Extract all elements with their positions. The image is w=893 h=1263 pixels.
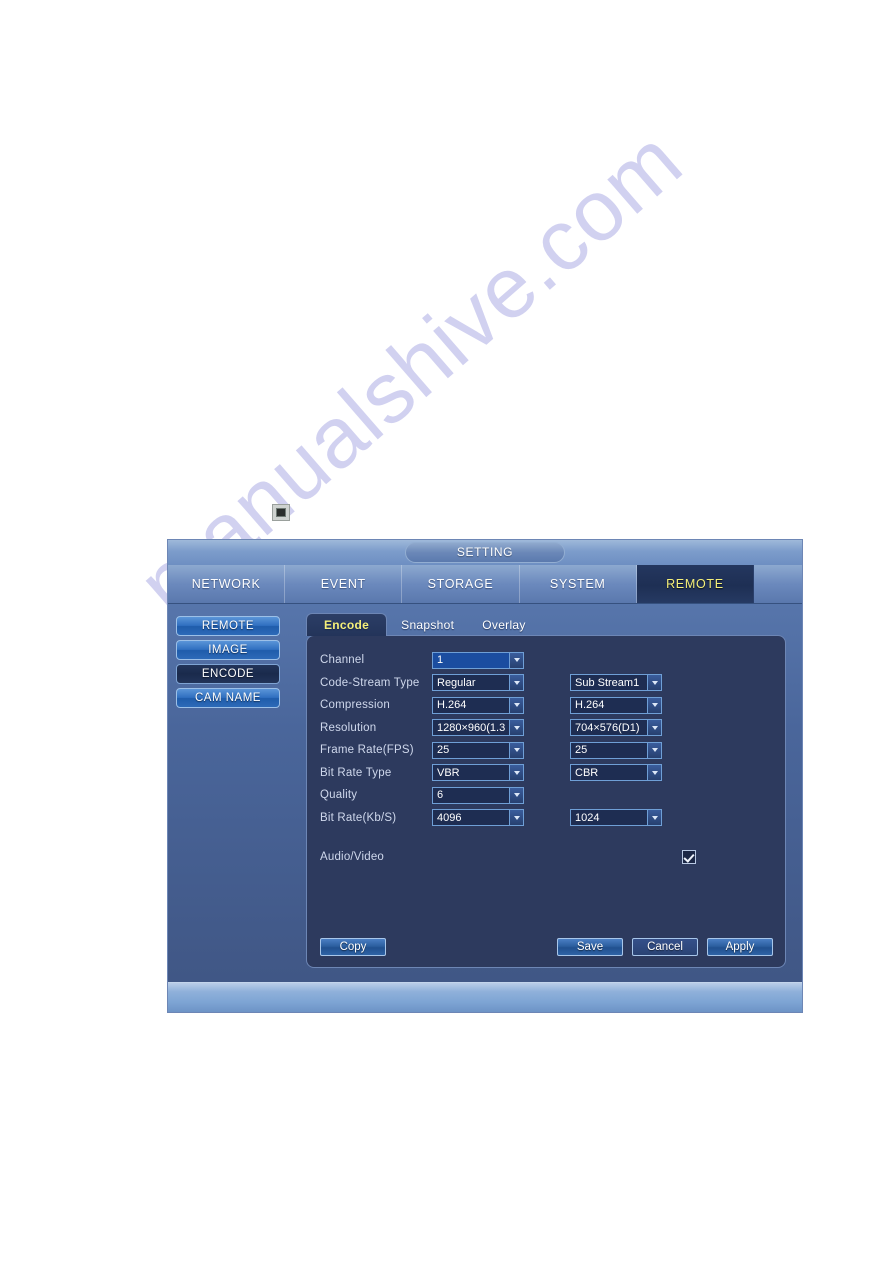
- chevron-down-icon[interactable]: [509, 787, 523, 803]
- chevron-down-icon[interactable]: [509, 810, 523, 826]
- label-frame-rate: Frame Rate(FPS): [320, 744, 414, 757]
- dropdown-compression-sub[interactable]: H.264: [570, 696, 662, 714]
- setting-window: SETTING NETWORK EVENT STORAGE SYSTEM REM…: [168, 540, 802, 1012]
- chevron-down-icon[interactable]: [509, 675, 523, 691]
- form-row-code-stream-type: Code-Stream Type Regular Sub Stream1: [320, 672, 775, 695]
- dropdown-code-stream-type-main[interactable]: Regular: [432, 674, 524, 692]
- dropdown-bit-rate-sub-value: 1024: [575, 811, 600, 824]
- window-titlebar: SETTING: [168, 540, 802, 565]
- encode-form: Channel 1 Code-Stream Type Regular Sub S…: [320, 649, 775, 867]
- form-row-quality: Quality 6: [320, 784, 775, 807]
- chevron-down-icon[interactable]: [647, 742, 661, 758]
- dropdown-bit-rate-type-sub-value: CBR: [575, 766, 599, 779]
- window-body: REMOTE IMAGE ENCODE CAM NAME Encode Snap…: [168, 604, 802, 994]
- save-button[interactable]: Save: [557, 938, 623, 956]
- label-audio-video: Audio/Video: [320, 851, 385, 863]
- dropdown-bit-rate-main[interactable]: 4096: [432, 809, 524, 827]
- dropdown-resolution-main[interactable]: 1280×960(1.3: [432, 719, 524, 737]
- dropdown-code-stream-type-sub[interactable]: Sub Stream1: [570, 674, 662, 692]
- dropdown-channel[interactable]: 1: [432, 651, 524, 669]
- form-row-compression: Compression H.264 H.264: [320, 694, 775, 717]
- subtab-snapshot[interactable]: Snapshot: [387, 613, 468, 636]
- window-title: SETTING: [405, 542, 565, 563]
- form-row-audio-video: Audio/Video: [320, 847, 775, 867]
- chevron-down-icon[interactable]: [509, 742, 523, 758]
- dropdown-code-stream-type-sub-value: Sub Stream1: [575, 676, 640, 689]
- label-quality: Quality: [320, 789, 358, 802]
- sidebar-item-remote[interactable]: REMOTE: [176, 616, 280, 636]
- dropdown-channel-value: 1: [437, 654, 444, 667]
- form-row-channel: Channel 1: [320, 649, 775, 672]
- dropdown-frame-rate-sub[interactable]: 25: [570, 741, 662, 759]
- form-row-resolution: Resolution 1280×960(1.3 704×576(D1): [320, 717, 775, 740]
- panel-button-row: Copy Save Cancel Apply: [320, 938, 773, 956]
- dropdown-bit-rate-type-main-value: VBR: [437, 766, 460, 779]
- dropdown-code-stream-type-main-value: Regular: [437, 676, 476, 689]
- copy-button[interactable]: Copy: [320, 938, 386, 956]
- tab-storage[interactable]: STORAGE: [402, 565, 520, 603]
- tab-event[interactable]: EVENT: [285, 565, 403, 603]
- dropdown-resolution-sub-value: 704×576(D1): [575, 721, 640, 734]
- audio-video-checkbox[interactable]: [682, 850, 696, 864]
- chevron-down-icon[interactable]: [647, 697, 661, 713]
- label-channel: Channel: [320, 654, 365, 667]
- label-bit-rate-type: Bit Rate Type: [320, 766, 392, 779]
- dropdown-resolution-main-value: 1280×960(1.3: [437, 721, 506, 734]
- dropdown-frame-rate-main-value: 25: [437, 744, 450, 757]
- sidebar-item-cam-name[interactable]: CAM NAME: [176, 688, 280, 708]
- dropdown-bit-rate-main-value: 4096: [437, 811, 462, 824]
- tab-remote[interactable]: REMOTE: [636, 565, 755, 603]
- label-compression: Compression: [320, 699, 390, 712]
- sub-tabbar: Encode Snapshot Overlay: [306, 610, 540, 636]
- dropdown-frame-rate-main[interactable]: 25: [432, 741, 524, 759]
- dropdown-compression-sub-value: H.264: [575, 699, 605, 712]
- chevron-down-icon[interactable]: [509, 765, 523, 781]
- chevron-down-icon[interactable]: [647, 810, 661, 826]
- sidebar-item-image[interactable]: IMAGE: [176, 640, 280, 660]
- chevron-down-icon[interactable]: [509, 720, 523, 736]
- tab-system[interactable]: SYSTEM: [520, 565, 637, 603]
- dropdown-bit-rate-type-main[interactable]: VBR: [432, 764, 524, 782]
- chevron-down-icon[interactable]: [509, 697, 523, 713]
- chevron-down-icon[interactable]: [647, 720, 661, 736]
- sidebar: REMOTE IMAGE ENCODE CAM NAME: [176, 616, 280, 712]
- dropdown-resolution-sub[interactable]: 704×576(D1): [570, 719, 662, 737]
- square-marker-icon: [272, 504, 290, 521]
- tab-network[interactable]: NETWORK: [168, 565, 286, 603]
- label-resolution: Resolution: [320, 721, 377, 734]
- form-row-bit-rate: Bit Rate(Kb/S) 4096 1024: [320, 807, 775, 830]
- dropdown-quality[interactable]: 6: [432, 786, 524, 804]
- subtab-encode[interactable]: Encode: [306, 613, 388, 636]
- dropdown-compression-main[interactable]: H.264: [432, 696, 524, 714]
- apply-button[interactable]: Apply: [707, 938, 773, 956]
- dropdown-frame-rate-sub-value: 25: [575, 744, 588, 757]
- label-bit-rate: Bit Rate(Kb/S): [320, 811, 397, 824]
- tabbar-filler: [754, 565, 802, 603]
- label-code-stream-type: Code-Stream Type: [320, 676, 420, 689]
- sidebar-item-encode[interactable]: ENCODE: [176, 664, 280, 684]
- window-footer: [168, 982, 802, 1012]
- chevron-down-icon[interactable]: [647, 675, 661, 691]
- dropdown-bit-rate-sub[interactable]: 1024: [570, 809, 662, 827]
- main-tabbar: NETWORK EVENT STORAGE SYSTEM REMOTE: [168, 565, 802, 604]
- dropdown-compression-main-value: H.264: [437, 699, 467, 712]
- cancel-button[interactable]: Cancel: [632, 938, 698, 956]
- subtab-overlay[interactable]: Overlay: [468, 613, 539, 636]
- chevron-down-icon[interactable]: [509, 652, 523, 668]
- form-row-frame-rate: Frame Rate(FPS) 25 25: [320, 739, 775, 762]
- encode-panel: Channel 1 Code-Stream Type Regular Sub S…: [306, 635, 786, 968]
- form-row-bit-rate-type: Bit Rate Type VBR CBR: [320, 762, 775, 785]
- dropdown-quality-value: 6: [437, 789, 444, 802]
- dropdown-bit-rate-type-sub[interactable]: CBR: [570, 764, 662, 782]
- chevron-down-icon[interactable]: [647, 765, 661, 781]
